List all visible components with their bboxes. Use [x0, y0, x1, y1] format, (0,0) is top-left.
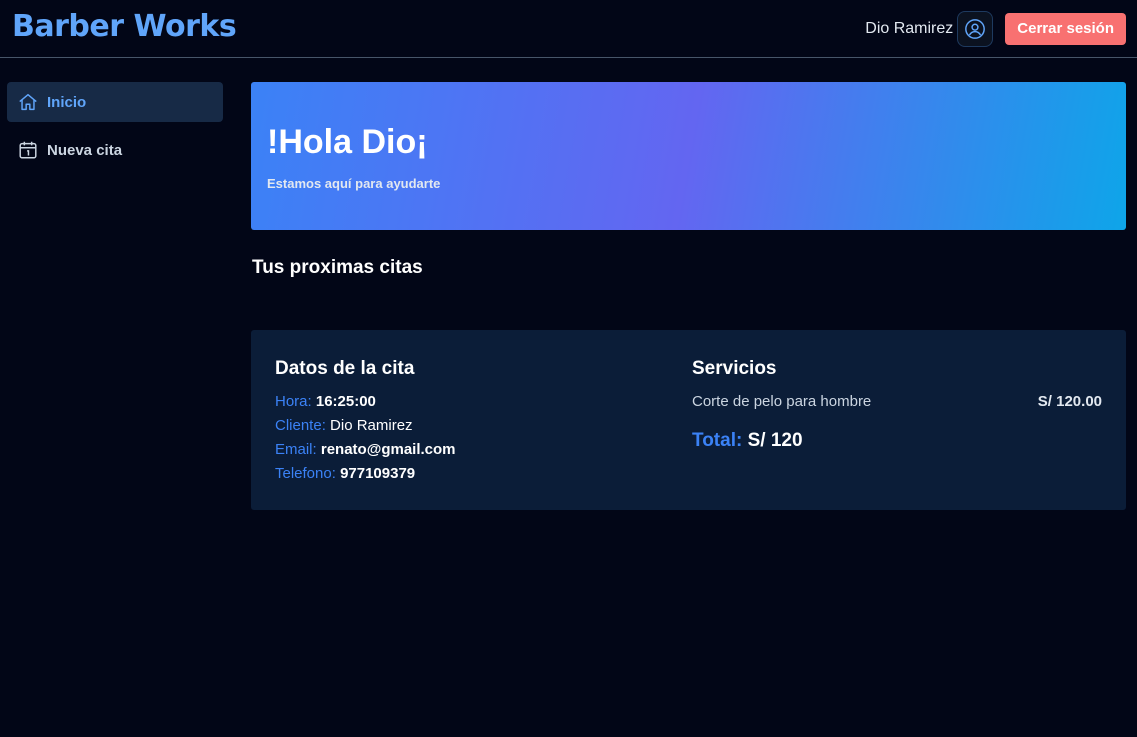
- detail-label: Telefono:: [275, 465, 336, 482]
- detail-row-hora: Hora: 16:25:00: [275, 390, 456, 414]
- detail-value: 977109379: [340, 465, 416, 482]
- upcoming-appointments-title: Tus proximas citas: [252, 257, 423, 278]
- user-area: Dio Ramirez Cerrar sesión: [865, 10, 1126, 47]
- brand-logo[interactable]: Barber Works: [12, 9, 237, 44]
- detail-row-cliente: Cliente: Dio Ramirez: [275, 414, 456, 438]
- appointment-details: Datos de la cita Hora: 16:25:00 Cliente:…: [275, 358, 456, 486]
- welcome-banner: !Hola Dio¡ Estamos aquí para ayudarte: [251, 82, 1126, 230]
- total-value: S/ 120: [747, 430, 803, 451]
- sidebar-item-label: Inicio: [47, 93, 87, 111]
- detail-row-telefono: Telefono: 977109379: [275, 462, 456, 486]
- user-name: Dio Ramirez: [865, 19, 954, 37]
- detail-value: Dio Ramirez: [330, 417, 413, 434]
- service-name: Corte de pelo para hombre: [692, 393, 872, 410]
- total-label: Total:: [692, 430, 743, 451]
- detail-row-email: Email: renato@gmail.com: [275, 438, 456, 462]
- detail-value: renato@gmail.com: [320, 441, 456, 458]
- profile-button[interactable]: [957, 10, 994, 47]
- home-icon: [17, 91, 39, 113]
- welcome-title: !Hola Dio¡: [267, 123, 428, 161]
- services-title: Servicios: [692, 358, 777, 379]
- detail-label: Email:: [275, 441, 317, 458]
- calendar-icon: [17, 139, 39, 161]
- detail-label: Cliente:: [275, 417, 326, 434]
- sidebar: Inicio Nueva cita: [7, 82, 223, 178]
- service-row: Corte de pelo para hombre S/ 120.00: [692, 390, 1102, 414]
- appointment-card: Datos de la cita Hora: 16:25:00 Cliente:…: [251, 330, 1126, 510]
- user-circle-icon: [965, 18, 986, 39]
- top-bar: Barber Works Dio Ramirez Cerrar sesión: [0, 0, 1137, 58]
- sidebar-item-inicio[interactable]: Inicio: [7, 82, 223, 122]
- sidebar-item-nueva-cita[interactable]: Nueva cita: [7, 130, 223, 170]
- appointment-services: Servicios Corte de pelo para hombre S/ 1…: [692, 358, 1102, 452]
- total-row: Total: S/ 120: [692, 430, 1102, 452]
- logout-button[interactable]: Cerrar sesión: [1005, 12, 1126, 45]
- sidebar-item-label: Nueva cita: [47, 141, 123, 159]
- details-title: Datos de la cita: [275, 358, 415, 379]
- service-price: S/ 120.00: [1037, 393, 1102, 410]
- detail-value: 16:25:00: [315, 393, 376, 410]
- detail-label: Hora:: [275, 393, 312, 410]
- welcome-subtitle: Estamos aquí para ayudarte: [267, 176, 441, 191]
